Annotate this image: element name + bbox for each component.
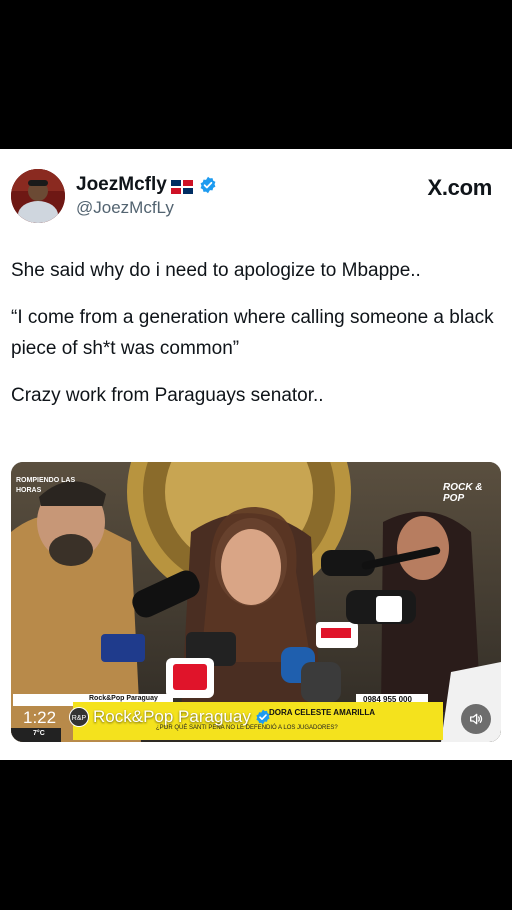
temperature: 7°C: [33, 730, 45, 737]
channel-attribution[interactable]: R&P Rock&Pop Paraguay: [69, 705, 271, 729]
video-player[interactable]: ROMPIENDO LAS HORAS ROCK & POP Rock&Pop …: [11, 462, 501, 742]
rock-and-pop-logo: ROCK & POP: [443, 482, 483, 504]
channel-name[interactable]: Rock&Pop Paraguay: [93, 707, 251, 727]
x-logo: X.com: [427, 175, 492, 200]
sound-toggle-button[interactable]: [461, 704, 491, 734]
video-time-remaining: 1:22: [23, 708, 57, 727]
display-name[interactable]: JoezMcfly: [76, 174, 167, 196]
svg-text:R&P: R&P: [72, 715, 87, 722]
verified-badge-icon: [199, 176, 217, 194]
tweet-card: JoezMcfly @JoezMcfLy X.com She said why …: [0, 149, 512, 760]
tweet-line: She said why do i need to apologize to M…: [11, 260, 421, 281]
video-frame: [11, 462, 501, 742]
channel-logo-icon: R&P: [69, 707, 89, 727]
tweet-body: She said why do i need to apologize to M…: [11, 255, 501, 411]
dominican-flag-icon: [170, 178, 193, 194]
small-channel-tag: Rock&Pop Paraguay: [89, 695, 158, 702]
show-badge: ROMPIENDO LAS HORAS: [16, 477, 76, 494]
avatar[interactable]: [11, 169, 65, 223]
tweet-line: “I come from a generation where calling …: [11, 307, 494, 359]
lower-third-title: DORA CELESTE AMARILLA: [269, 708, 376, 717]
user-handle[interactable]: @JoezMcfLy: [76, 198, 174, 218]
tweet-line: Crazy work from Paraguays senator..: [11, 385, 324, 406]
speaker-icon: [470, 713, 483, 725]
display-name-row[interactable]: JoezMcfly: [76, 174, 217, 196]
channel-verified-icon: [255, 709, 271, 725]
